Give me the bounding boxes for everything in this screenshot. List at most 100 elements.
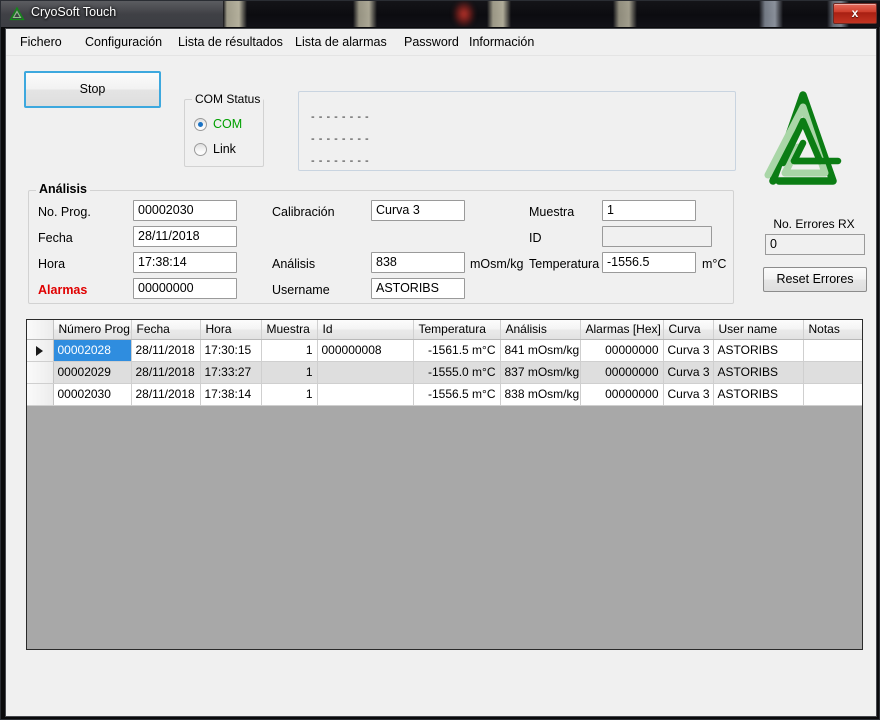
cell-1-2[interactable]: 17:33:27	[200, 361, 262, 384]
triangle-logo-icon	[9, 6, 25, 21]
application-window: CryoSoft Touch x Fichero Configuración L…	[0, 0, 880, 720]
cell-1-4[interactable]	[317, 361, 414, 384]
radio-com-indicator[interactable]	[194, 118, 207, 131]
unit-mosm-kg: mOsm/kg	[470, 257, 524, 271]
row-selector[interactable]	[27, 339, 54, 362]
label-username: Username	[272, 283, 330, 297]
field-id[interactable]	[602, 226, 712, 247]
column-header-6[interactable]: Análisis	[500, 320, 581, 340]
current-row-arrow-icon	[36, 345, 43, 356]
reset-errores-button[interactable]: Reset Errores	[763, 267, 867, 292]
cell-2-1[interactable]: 28/11/2018	[131, 383, 201, 406]
cell-0-2[interactable]: 17:30:15	[200, 339, 262, 362]
close-button[interactable]: x	[833, 3, 877, 24]
column-header-7[interactable]: Alarmas [Hex]	[580, 320, 664, 340]
column-header-8[interactable]: Curva	[663, 320, 714, 340]
field-muestra[interactable]: 1	[602, 200, 696, 221]
field-alarmas[interactable]: 00000000	[133, 278, 237, 299]
unit-milli-celsius: m°C	[702, 257, 727, 271]
cell-1-5[interactable]: -1555.0 m°C	[413, 361, 501, 384]
row-header-corner	[27, 320, 54, 340]
menu-item-configuracion[interactable]: Configuración	[81, 34, 166, 50]
cell-1-3[interactable]: 1	[261, 361, 318, 384]
errores-rx-field[interactable]: 0	[765, 234, 865, 255]
field-calibracion[interactable]: Curva 3	[371, 200, 465, 221]
menu-item-lista-alarmas[interactable]: Lista de alarmas	[291, 34, 391, 50]
menu-item-lista-resultados[interactable]: Lista de résultados	[174, 34, 287, 50]
client-area: Fichero Configuración Lista de résultado…	[5, 28, 877, 717]
cell-1-0[interactable]: 00002029	[53, 361, 132, 384]
row-selector[interactable]	[27, 361, 54, 384]
label-muestra: Muestra	[529, 205, 575, 219]
cell-1-7[interactable]: 00000000	[580, 361, 664, 384]
cell-2-8[interactable]: Curva 3	[663, 383, 714, 406]
stop-button[interactable]: Stop	[24, 71, 161, 108]
title-bar[interactable]: CryoSoft Touch x	[1, 1, 880, 27]
cell-0-4[interactable]: 000000008	[317, 339, 414, 362]
row-selector[interactable]	[27, 383, 54, 406]
cell-0-6[interactable]: 841 mOsm/kg	[500, 339, 581, 362]
close-icon: x	[851, 6, 859, 20]
cell-1-8[interactable]: Curva 3	[663, 361, 714, 384]
column-header-0[interactable]: Número Prog.	[53, 320, 132, 340]
label-hora: Hora	[38, 257, 66, 271]
table-row[interactable]: 00002028 28/11/2018 17:30:15 1 000000008 -156…	[27, 339, 862, 362]
cell-0-3[interactable]: 1	[261, 339, 318, 362]
radio-com-label: COM	[213, 117, 243, 131]
analisis-group: Análisis No. Prog. 00002030 Fecha 28/11/…	[28, 182, 734, 304]
column-header-9[interactable]: User name	[713, 320, 804, 340]
cell-1-10[interactable]	[803, 361, 862, 384]
cell-0-5[interactable]: -1561.5 m°C	[413, 339, 501, 362]
column-header-3[interactable]: Muestra	[261, 320, 318, 340]
menu-item-informacion[interactable]: Información	[465, 34, 538, 50]
field-analisis[interactable]: 838	[371, 252, 465, 273]
label-analisis: Análisis	[272, 257, 316, 271]
wallpaper-streak-red	[453, 1, 475, 27]
column-header-5[interactable]: Temperatura	[413, 320, 501, 340]
cell-0-1[interactable]: 28/11/2018	[131, 339, 201, 362]
radio-link-indicator[interactable]	[194, 143, 207, 156]
column-header-2[interactable]: Hora	[200, 320, 262, 340]
results-data-grid[interactable]: Número Prog. Fecha Hora Muestra Id Temperatur…	[26, 319, 863, 650]
label-calibracion: Calibración	[272, 205, 335, 219]
cell-2-5[interactable]: -1556.5 m°C	[413, 383, 501, 406]
cell-0-8[interactable]: Curva 3	[663, 339, 714, 362]
cell-2-4[interactable]	[317, 383, 414, 406]
column-header-4[interactable]: Id	[317, 320, 414, 340]
cell-0-9[interactable]: ASTORIBS	[713, 339, 804, 362]
label-id: ID	[529, 231, 542, 245]
table-row[interactable]: 00002030 28/11/2018 17:38:14 1 -1556.5 m°C 83…	[27, 383, 862, 406]
reset-errores-label: Reset Errores	[776, 272, 854, 286]
field-fecha[interactable]: 28/11/2018	[133, 226, 237, 247]
cell-2-2[interactable]: 17:38:14	[200, 383, 262, 406]
field-username[interactable]: ASTORIBS	[371, 278, 465, 299]
column-header-10[interactable]: Notas	[803, 320, 862, 340]
radio-link-label: Link	[213, 142, 236, 156]
cell-0-10[interactable]	[803, 339, 862, 362]
message-line-2: - - - - - - - -	[311, 133, 370, 145]
window-title: CryoSoft Touch	[31, 5, 117, 19]
stop-button-label: Stop	[79, 82, 106, 96]
column-header-1[interactable]: Fecha	[131, 320, 201, 340]
cell-2-6[interactable]: 838 mOsm/kg	[500, 383, 581, 406]
label-no-prog: No. Prog.	[38, 205, 91, 219]
cell-0-0[interactable]: 00002028	[53, 339, 132, 362]
menu-item-password[interactable]: Password	[400, 34, 463, 50]
cell-2-7[interactable]: 00000000	[580, 383, 664, 406]
table-header-row: Número Prog. Fecha Hora Muestra Id Temperatur…	[27, 320, 862, 340]
field-no-prog[interactable]: 00002030	[133, 200, 237, 221]
table-row[interactable]: 00002029 28/11/2018 17:33:27 1 -1555.0 m°C 83…	[27, 361, 862, 384]
cell-1-1[interactable]: 28/11/2018	[131, 361, 201, 384]
cell-1-6[interactable]: 837 mOsm/kg	[500, 361, 581, 384]
com-status-group: COM Status COM Link	[184, 92, 264, 167]
cell-2-0[interactable]: 00002030	[53, 383, 132, 406]
results-table: Número Prog. Fecha Hora Muestra Id Temperatur…	[27, 320, 862, 406]
field-temperatura[interactable]: -1556.5	[602, 252, 696, 273]
cell-2-9[interactable]: ASTORIBS	[713, 383, 804, 406]
cell-2-10[interactable]	[803, 383, 862, 406]
menu-item-fichero[interactable]: Fichero	[16, 34, 66, 50]
cell-1-9[interactable]: ASTORIBS	[713, 361, 804, 384]
field-hora[interactable]: 17:38:14	[133, 252, 237, 273]
cell-0-7[interactable]: 00000000	[580, 339, 664, 362]
cell-2-3[interactable]: 1	[261, 383, 318, 406]
